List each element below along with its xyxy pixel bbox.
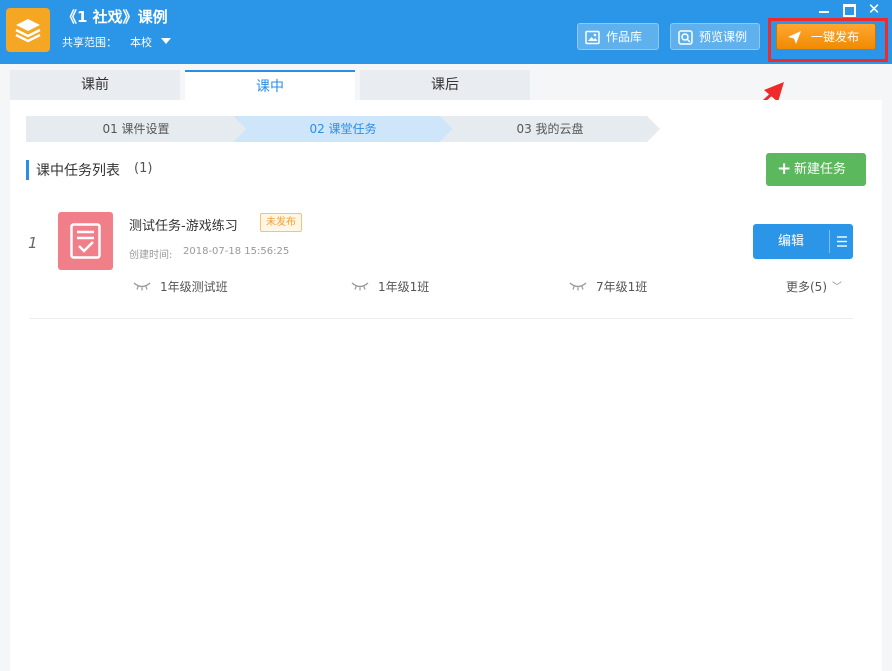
tab-before-class[interactable]: 课前 [10,70,180,100]
share-scope-dropdown[interactable]: 本校 [130,34,152,50]
course-title: 《1 社戏》课例 [62,8,168,26]
preview-icon [678,30,693,45]
button-separator [829,230,830,253]
annotation-highlight-box [768,18,888,62]
eye-closed-icon [133,282,151,291]
status-badge: 未发布 [260,213,302,232]
created-time-value: 2018-07-18 15:56:25 [183,246,290,257]
caret-down-icon[interactable] [161,38,171,44]
step-courseware-settings[interactable]: 01 课件设置 [26,116,246,142]
library-button-label: 作品库 [606,30,643,44]
class-name: 7年级1班 [596,280,648,294]
app-logo-icon [6,8,50,52]
task-index: 1 [28,234,38,252]
minimize-icon[interactable] [816,2,832,16]
task-list-count: (1) [134,161,153,176]
eye-closed-icon [351,282,369,291]
chevron-down-icon[interactable]: ﹀ [832,278,842,293]
close-icon[interactable]: ✕ [866,2,882,17]
tab-in-class[interactable]: 课中 [185,70,355,100]
task-name[interactable]: 测试任务-游戏练习 [129,215,238,234]
image-icon [585,30,600,45]
preview-button[interactable]: 预览课例 [670,23,760,50]
created-time-label: 创建时间: [129,250,173,261]
maximize-icon[interactable] [840,2,856,17]
step-label: 02 课堂任务 [309,122,377,136]
tab-after-class[interactable]: 课后 [360,70,530,100]
new-task-button-label: 新建任务 [794,162,847,177]
step-classroom-tasks[interactable]: 02 课堂任务 [233,116,453,142]
plus-icon: + [777,159,792,179]
section-accent-bar [26,160,29,180]
step-label: 01 课件设置 [102,122,170,136]
more-classes-link[interactable]: 更多(5) [786,278,827,295]
class-name: 1年级1班 [378,280,430,294]
divider [30,318,853,319]
step-label: 03 我的云盘 [516,122,584,136]
share-scope-label: 共享范围： [62,36,117,49]
new-task-button[interactable]: + 新建任务 [766,153,866,186]
title-bar: 《1 社戏》课例 共享范围： 本校 ✕ 作品库 预览课例 一键发布 [0,0,892,64]
step-my-cloud-disk[interactable]: 03 我的云盘 [440,116,660,142]
class-name: 1年级测试班 [160,280,228,294]
preview-button-label: 预览课例 [699,30,748,44]
task-list-title: 课中任务列表 [36,163,120,179]
library-button[interactable]: 作品库 [577,23,659,50]
task-list-header: 课中任务列表 (1) [26,150,756,190]
eye-closed-icon [569,282,587,291]
edit-button[interactable]: 编辑 [753,224,853,259]
task-document-icon[interactable] [58,212,113,270]
edit-button-label: 编辑 [777,234,804,249]
menu-icon[interactable] [837,236,847,247]
